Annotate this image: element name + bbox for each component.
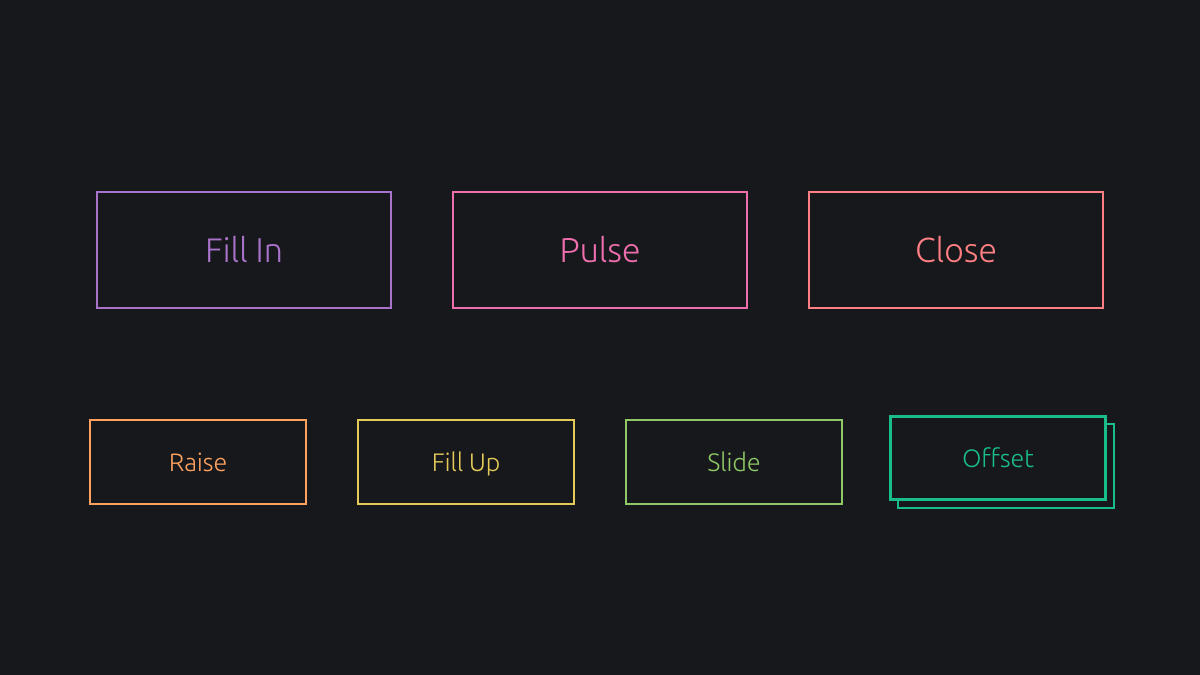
close-button[interactable]: Close	[808, 191, 1104, 309]
fill-up-button[interactable]: Fill Up	[357, 419, 575, 505]
raise-button[interactable]: Raise	[89, 419, 307, 505]
slide-button-label: Slide	[707, 448, 760, 476]
pulse-button[interactable]: Pulse	[452, 191, 748, 309]
button-row-top: Fill In Pulse Close	[96, 191, 1104, 309]
pulse-button-label: Pulse	[560, 231, 641, 269]
slide-button[interactable]: Slide	[625, 419, 843, 505]
fill-in-button[interactable]: Fill In	[96, 191, 392, 309]
fill-up-button-label: Fill Up	[432, 448, 501, 476]
offset-button[interactable]: Offset	[889, 415, 1107, 501]
fill-in-button-label: Fill In	[205, 231, 283, 269]
raise-button-label: Raise	[169, 448, 227, 476]
close-button-label: Close	[915, 231, 997, 269]
offset-button-label: Offset	[962, 444, 1034, 472]
button-row-bottom: Raise Fill Up Slide Offset	[89, 419, 1111, 505]
